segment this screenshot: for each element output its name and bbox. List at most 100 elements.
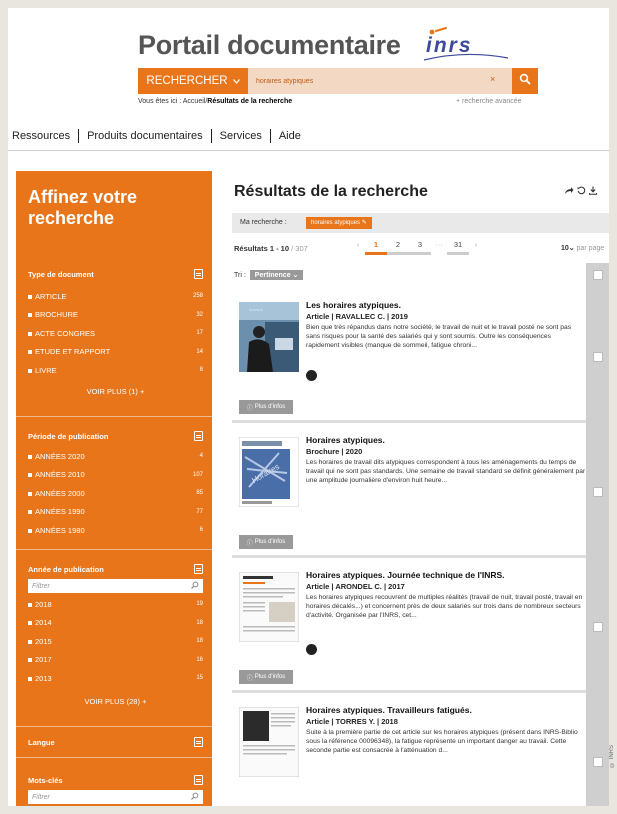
facet-count: 18 (196, 619, 203, 626)
keyword-filter-input[interactable]: Filtrer (28, 790, 203, 804)
selection-column (586, 263, 609, 806)
list-toggle-icon[interactable] (194, 431, 203, 441)
facet-label: BROCHURE (35, 310, 78, 320)
bullet-icon (28, 510, 32, 515)
download-icon[interactable] (588, 186, 597, 198)
result-card[interactable]: Horaires ⓘ Plus d'infos Horaires atypique… (232, 425, 603, 558)
site-title[interactable]: Portail documentaire (138, 30, 401, 61)
facet-row[interactable]: ANNÉES 1990 77 (28, 503, 203, 522)
breadcrumb-prefix: Vous êtes ici : (138, 98, 182, 105)
result-card[interactable]: ~~~~ ⓘ Plus d'infos Les horaires atypique… (232, 290, 603, 423)
bullet-icon (28, 350, 32, 355)
list-toggle-icon[interactable] (194, 737, 203, 747)
facet-label: ANNÉES 2000 (35, 488, 85, 498)
page-3[interactable]: 3 (409, 240, 431, 255)
facet-count: 15 (196, 675, 203, 682)
result-checkbox[interactable] (593, 352, 603, 362)
pagination: ‹ 1 2 3 ··· 31 › (351, 240, 483, 255)
sort-label: Tri : (234, 271, 246, 279)
facet-header-type-document[interactable]: Type de document (28, 267, 203, 281)
per-page-select[interactable]: 10⌄ par page (561, 244, 604, 252)
facet-mots-cles: Mots-clés Filtrer (28, 773, 203, 806)
list-toggle-icon[interactable] (194, 269, 203, 279)
list-toggle-icon[interactable] (194, 564, 203, 574)
facet-row[interactable]: 2018 19 (28, 595, 203, 614)
page: Portail documentaire inrs RECHERCHER × V… (8, 8, 609, 806)
bullet-icon (28, 658, 32, 663)
next-page-icon[interactable]: › (469, 240, 483, 255)
facet-header-annee[interactable]: Année de publication (28, 562, 203, 576)
results-tools (564, 186, 597, 198)
clear-search-icon[interactable]: × (490, 74, 495, 84)
facet-row[interactable]: ANNÉES 2010 107 (28, 466, 203, 485)
see-more-button[interactable]: VOIR PLUS (1) + (28, 384, 203, 400)
result-description: Suite à la première partie de cet articl… (306, 729, 578, 754)
facet-count: 85 (196, 490, 203, 497)
page-2[interactable]: 2 (387, 240, 409, 255)
facet-row[interactable]: ETUDE ET RAPPORT 14 (28, 343, 203, 362)
facet-row[interactable]: ANNÉES 1980 6 (28, 521, 203, 540)
result-card[interactable]: ⓘ Plus d'infos Horaires atypiques. Journé… (232, 560, 603, 693)
facet-count: 16 (196, 656, 203, 663)
comment-icon[interactable] (306, 644, 317, 655)
year-filter-input[interactable]: Filtrer (28, 579, 203, 593)
nav-aide[interactable]: Aide (271, 129, 309, 143)
thumbnail-image (239, 707, 299, 777)
result-checkbox[interactable] (593, 487, 603, 497)
facet-row[interactable]: LIVRE 8 (28, 361, 203, 380)
advanced-search-link[interactable]: + recherche avancée (456, 98, 522, 105)
result-title[interactable]: Les horaires atypiques. (306, 300, 401, 310)
page-1[interactable]: 1 (365, 240, 387, 255)
nav-services[interactable]: Services (212, 128, 271, 143)
nav-produits-documentaires[interactable]: Produits documentaires (79, 128, 212, 143)
facet-row[interactable]: ANNÉES 2020 4 (28, 447, 203, 466)
facet-header-periode[interactable]: Période de publication (28, 429, 203, 443)
share-icon[interactable] (564, 187, 574, 198)
per-page-value: 10 (561, 245, 569, 252)
select-all-checkbox[interactable] (593, 270, 603, 280)
facet-header-langue[interactable]: Langue (28, 735, 203, 749)
result-description: Bien que très répandus dans notre sociét… (306, 324, 572, 349)
search-input[interactable] (248, 68, 512, 94)
facet-label: 2018 (35, 599, 52, 609)
breadcrumb-home[interactable]: Accueil (183, 98, 206, 105)
my-search-tag[interactable]: horaires atypiques ✎ (306, 217, 372, 229)
page-last[interactable]: 31 (447, 240, 469, 255)
more-info-button[interactable]: ⓘ Plus d'infos (239, 670, 293, 684)
result-title[interactable]: Horaires atypiques. Journée technique de… (306, 570, 505, 580)
facet-row[interactable]: ARTICLE 258 (28, 287, 203, 306)
thumbnail-image: ~~~~ (239, 302, 299, 372)
more-info-button[interactable]: ⓘ Plus d'infos (239, 400, 293, 414)
inrs-logo[interactable]: inrs (420, 26, 510, 66)
prev-page-icon[interactable]: ‹ (351, 240, 365, 255)
sidebar-title: Affinez votre recherche (28, 187, 138, 228)
history-icon[interactable] (577, 186, 586, 198)
result-title[interactable]: Horaires atypiques. Travailleurs fatigué… (306, 705, 472, 715)
facet-row[interactable]: BROCHURE 32 (28, 306, 203, 325)
facet-row[interactable]: 2017 16 (28, 651, 203, 670)
facet-row[interactable]: 2013 15 (28, 669, 203, 688)
facet-label: ACTE CONGRES (35, 328, 96, 338)
search-type-dropdown[interactable]: RECHERCHER (138, 68, 248, 94)
nav-ressources[interactable]: Ressources (8, 128, 80, 143)
result-title[interactable]: Horaires atypiques. (306, 435, 385, 445)
comment-icon[interactable] (306, 370, 317, 381)
more-info-button[interactable]: ⓘ Plus d'infos (239, 535, 293, 549)
facet-label: 2014 (35, 618, 52, 628)
facet-row[interactable]: ANNÉES 2000 85 (28, 484, 203, 503)
thumbnail-image: Horaires (239, 437, 299, 507)
facet-row[interactable]: 2015 18 (28, 632, 203, 651)
facet-label: ETUDE ET RAPPORT (35, 347, 111, 357)
result-checkbox[interactable] (593, 622, 603, 632)
search-button[interactable] (512, 68, 538, 94)
sort-select[interactable]: Pertinence ⌄ (249, 270, 304, 280)
see-more-button[interactable]: VOIR PLUS (28) + (28, 694, 203, 710)
list-toggle-icon[interactable] (194, 775, 203, 785)
result-card[interactable]: ⓘPlus d'infos Horaires atypiques. Travai… (232, 695, 603, 806)
result-checkbox[interactable] (593, 757, 603, 767)
breadcrumb: Vous êtes ici : Accueil/Résultats de la … (138, 98, 292, 105)
facet-row[interactable]: 2014 18 (28, 614, 203, 633)
facet-header-mots-cles[interactable]: Mots-clés (28, 773, 203, 787)
facet-row[interactable]: ACTE CONGRES 17 (28, 324, 203, 343)
svg-text:~~~~: ~~~~ (249, 308, 264, 314)
